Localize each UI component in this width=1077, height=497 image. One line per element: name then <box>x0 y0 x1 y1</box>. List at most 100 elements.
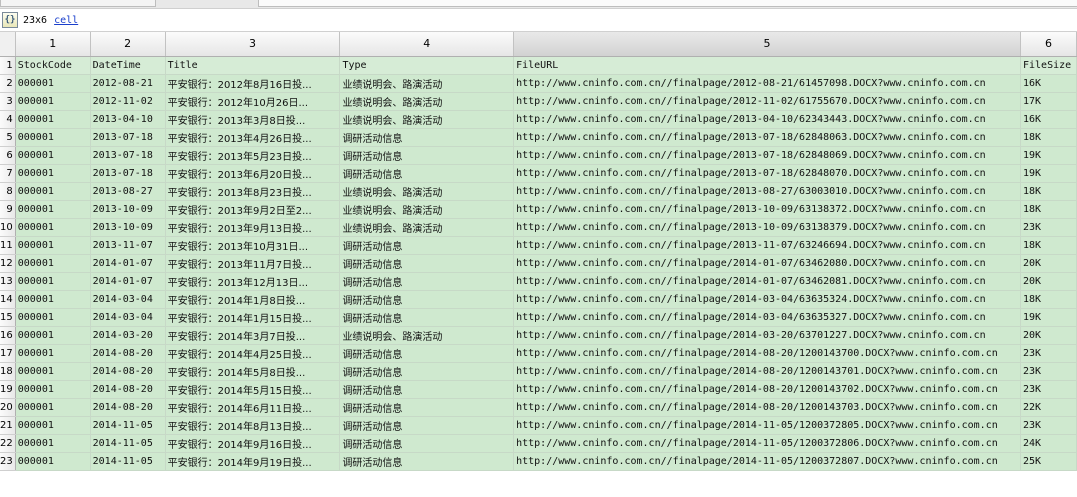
filesize-cell[interactable]: 23K <box>1020 344 1077 363</box>
filesize-cell[interactable]: 19K <box>1020 146 1077 165</box>
title-cell[interactable]: 平安银行：2013年3月8日投... <box>165 110 341 129</box>
fileurl-cell[interactable]: http://www.cninfo.com.cn//finalpage/2012… <box>513 74 1021 93</box>
fileurl-cell[interactable]: http://www.cninfo.com.cn//finalpage/2014… <box>513 434 1021 453</box>
field-name-cell[interactable]: FileURL <box>513 56 1021 75</box>
row-header[interactable]: 22 <box>0 434 16 453</box>
title-cell[interactable]: 平安银行：2012年8月16日投... <box>165 74 341 93</box>
datetime-cell[interactable]: 2013-08-27 <box>90 182 166 201</box>
fileurl-cell[interactable]: http://www.cninfo.com.cn//finalpage/2014… <box>513 380 1021 399</box>
title-cell[interactable]: 平安银行：2013年5月23日投... <box>165 146 341 165</box>
row-header[interactable]: 15 <box>0 308 16 327</box>
type-cell[interactable]: 业绩说明会、路演活动 <box>339 74 515 93</box>
row-header[interactable]: 2 <box>0 74 16 93</box>
filesize-cell[interactable]: 18K <box>1020 290 1077 309</box>
filesize-cell[interactable]: 25K <box>1020 452 1077 471</box>
datetime-cell[interactable]: 2013-07-18 <box>90 128 166 147</box>
datetime-cell[interactable]: 2014-08-20 <box>90 398 166 417</box>
fileurl-cell[interactable]: http://www.cninfo.com.cn//finalpage/2014… <box>513 272 1021 291</box>
datetime-cell[interactable]: 2014-08-20 <box>90 344 166 363</box>
datetime-cell[interactable]: 2014-03-04 <box>90 290 166 309</box>
datetime-cell[interactable]: 2014-08-20 <box>90 380 166 399</box>
title-cell[interactable]: 平安银行：2013年6月20日投... <box>165 164 341 183</box>
datetime-cell[interactable]: 2013-10-09 <box>90 218 166 237</box>
filesize-cell[interactable]: 19K <box>1020 164 1077 183</box>
field-name-cell[interactable]: StockCode <box>15 56 91 75</box>
title-cell[interactable]: 平安银行：2014年9月16日投... <box>165 434 341 453</box>
column-header[interactable]: 2 <box>90 32 166 57</box>
stockcode-cell[interactable]: 000001 <box>15 326 91 345</box>
row-header[interactable]: 23 <box>0 452 16 471</box>
row-header[interactable]: 18 <box>0 362 16 381</box>
type-cell[interactable]: 业绩说明会、路演活动 <box>339 92 515 111</box>
fileurl-cell[interactable]: http://www.cninfo.com.cn//finalpage/2014… <box>513 326 1021 345</box>
fileurl-cell[interactable]: http://www.cninfo.com.cn//finalpage/2013… <box>513 110 1021 129</box>
stockcode-cell[interactable]: 000001 <box>15 344 91 363</box>
datetime-cell[interactable]: 2014-03-04 <box>90 308 166 327</box>
stockcode-cell[interactable]: 000001 <box>15 218 91 237</box>
title-cell[interactable]: 平安银行：2014年5月8日投... <box>165 362 341 381</box>
stockcode-cell[interactable]: 000001 <box>15 182 91 201</box>
column-header[interactable]: 6 <box>1020 32 1077 57</box>
type-cell[interactable]: 调研活动信息 <box>339 164 515 183</box>
stockcode-cell[interactable]: 000001 <box>15 128 91 147</box>
datetime-cell[interactable]: 2014-01-07 <box>90 254 166 273</box>
title-cell[interactable]: 平安银行：2013年11月7日投... <box>165 254 341 273</box>
type-cell[interactable]: 业绩说明会、路演活动 <box>339 218 515 237</box>
fileurl-cell[interactable]: http://www.cninfo.com.cn//finalpage/2014… <box>513 452 1021 471</box>
row-header[interactable]: 13 <box>0 272 16 291</box>
title-cell[interactable]: 平安银行：2014年3月7日投... <box>165 326 341 345</box>
title-cell[interactable]: 平安银行：2014年6月11日投... <box>165 398 341 417</box>
fileurl-cell[interactable]: http://www.cninfo.com.cn//finalpage/2013… <box>513 146 1021 165</box>
fileurl-cell[interactable]: http://www.cninfo.com.cn//finalpage/2014… <box>513 416 1021 435</box>
type-cell[interactable]: 调研活动信息 <box>339 308 515 327</box>
filesize-cell[interactable]: 16K <box>1020 110 1077 129</box>
field-name-cell[interactable]: Type <box>339 56 515 75</box>
row-header[interactable]: 7 <box>0 164 16 183</box>
title-cell[interactable]: 平安银行：2013年9月13日投... <box>165 218 341 237</box>
datetime-cell[interactable]: 2014-11-05 <box>90 434 166 453</box>
fileurl-cell[interactable]: http://www.cninfo.com.cn//finalpage/2012… <box>513 92 1021 111</box>
stockcode-cell[interactable]: 000001 <box>15 164 91 183</box>
fileurl-cell[interactable]: http://www.cninfo.com.cn//finalpage/2014… <box>513 290 1021 309</box>
field-name-cell[interactable]: FileSize <box>1020 56 1077 75</box>
datetime-cell[interactable]: 2014-03-20 <box>90 326 166 345</box>
stockcode-cell[interactable]: 000001 <box>15 380 91 399</box>
filesize-cell[interactable]: 23K <box>1020 380 1077 399</box>
tab-right[interactable] <box>258 0 1077 7</box>
title-cell[interactable]: 平安银行：2014年5月15日投... <box>165 380 341 399</box>
filesize-cell[interactable]: 18K <box>1020 200 1077 219</box>
filesize-cell[interactable]: 18K <box>1020 236 1077 255</box>
type-cell[interactable]: 调研活动信息 <box>339 434 515 453</box>
title-cell[interactable]: 平安银行：2014年8月13日投... <box>165 416 341 435</box>
title-cell[interactable]: 平安银行：2012年10月26日... <box>165 92 341 111</box>
type-cell[interactable]: 调研活动信息 <box>339 380 515 399</box>
row-header[interactable]: 20 <box>0 398 16 417</box>
stockcode-cell[interactable]: 000001 <box>15 290 91 309</box>
row-header[interactable]: 17 <box>0 344 16 363</box>
stockcode-cell[interactable]: 000001 <box>15 110 91 129</box>
field-name-cell[interactable]: DateTime <box>90 56 166 75</box>
row-header[interactable]: 21 <box>0 416 16 435</box>
title-cell[interactable]: 平安银行：2014年4月25日投... <box>165 344 341 363</box>
fileurl-cell[interactable]: http://www.cninfo.com.cn//finalpage/2014… <box>513 344 1021 363</box>
type-cell[interactable]: 调研活动信息 <box>339 290 515 309</box>
datetime-cell[interactable]: 2013-04-10 <box>90 110 166 129</box>
title-cell[interactable]: 平安银行：2013年4月26日投... <box>165 128 341 147</box>
column-header-selected[interactable]: 5 <box>513 32 1021 57</box>
datetime-cell[interactable]: 2013-10-09 <box>90 200 166 219</box>
fileurl-cell[interactable]: http://www.cninfo.com.cn//finalpage/2013… <box>513 236 1021 255</box>
stockcode-cell[interactable]: 000001 <box>15 398 91 417</box>
row-header[interactable]: 8 <box>0 182 16 201</box>
filesize-cell[interactable]: 20K <box>1020 272 1077 291</box>
stockcode-cell[interactable]: 000001 <box>15 200 91 219</box>
stockcode-cell[interactable]: 000001 <box>15 254 91 273</box>
filesize-cell[interactable]: 23K <box>1020 416 1077 435</box>
datetime-cell[interactable]: 2012-11-02 <box>90 92 166 111</box>
type-cell[interactable]: 调研活动信息 <box>339 362 515 381</box>
stockcode-cell[interactable]: 000001 <box>15 452 91 471</box>
fileurl-cell[interactable]: http://www.cninfo.com.cn//finalpage/2014… <box>513 308 1021 327</box>
grid-corner[interactable] <box>0 32 16 57</box>
title-cell[interactable]: 平安银行：2013年8月23日投... <box>165 182 341 201</box>
stockcode-cell[interactable]: 000001 <box>15 74 91 93</box>
row-header[interactable]: 3 <box>0 92 16 111</box>
